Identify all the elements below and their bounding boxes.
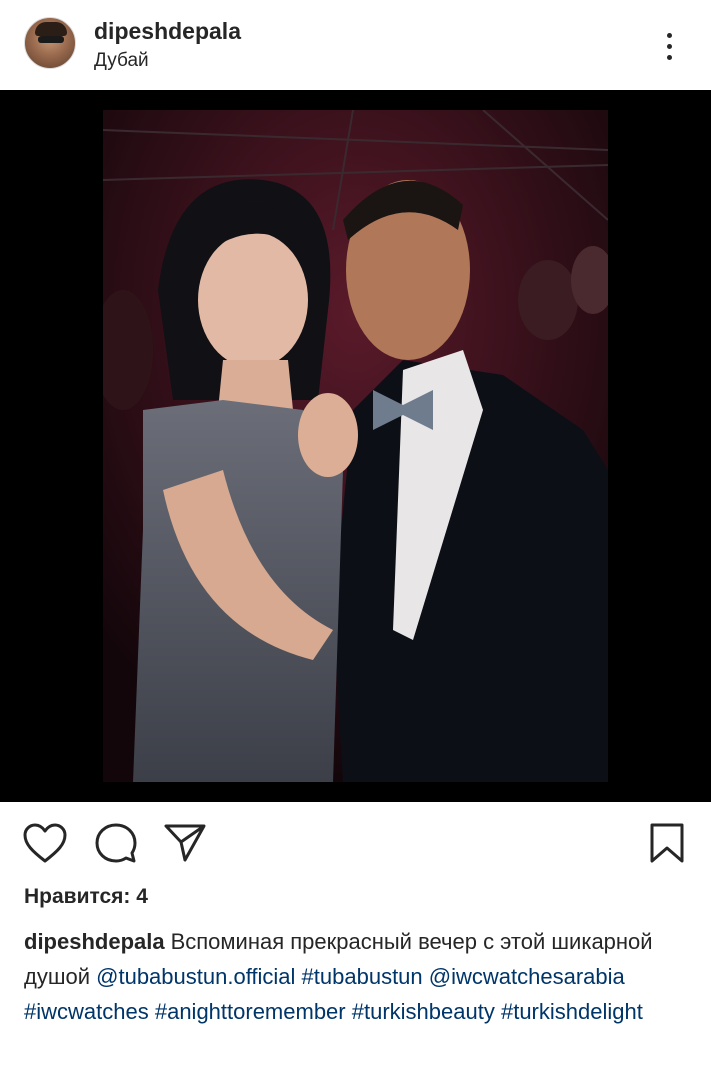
post-username[interactable]: dipeshdepala xyxy=(94,18,241,45)
caption-hashtag[interactable]: #anighttoremember xyxy=(155,999,346,1024)
post-location[interactable]: Дубай xyxy=(94,50,149,72)
caption-mention[interactable]: @iwcwatchesarabia xyxy=(429,964,625,989)
more-dot xyxy=(666,43,672,49)
avatar-sunglasses xyxy=(38,36,64,43)
caption-hashtag[interactable]: #tubabustun xyxy=(302,964,423,989)
post-image-frame[interactable] xyxy=(0,90,711,802)
post-caption: dipeshdepala Вспоминая прекрасный вечер с… xyxy=(24,924,689,1029)
likes-count[interactable]: Нравится: 4 xyxy=(24,885,148,909)
post-header: dipeshdepala Дубай xyxy=(0,0,711,90)
more-dot xyxy=(666,32,672,38)
avatar-hair xyxy=(35,22,67,36)
more-vertical-icon[interactable] xyxy=(652,26,686,66)
comment-icon[interactable] xyxy=(94,822,138,864)
send-icon[interactable] xyxy=(163,822,207,864)
caption-hashtag[interactable]: #iwcwatches xyxy=(24,999,149,1024)
photo-illustration xyxy=(103,110,608,782)
heart-icon[interactable] xyxy=(22,822,68,864)
caption-hashtag[interactable]: #turkishbeauty xyxy=(352,999,495,1024)
caption-mention[interactable]: @tubabustun.official xyxy=(96,964,295,989)
more-dot xyxy=(666,54,672,60)
caption-hashtag[interactable]: #turkishdelight xyxy=(501,999,643,1024)
post-photo[interactable] xyxy=(103,110,608,782)
caption-username[interactable]: dipeshdepala xyxy=(24,929,165,954)
post-actions xyxy=(0,802,711,882)
avatar[interactable] xyxy=(24,17,76,69)
bookmark-icon[interactable] xyxy=(648,822,686,864)
